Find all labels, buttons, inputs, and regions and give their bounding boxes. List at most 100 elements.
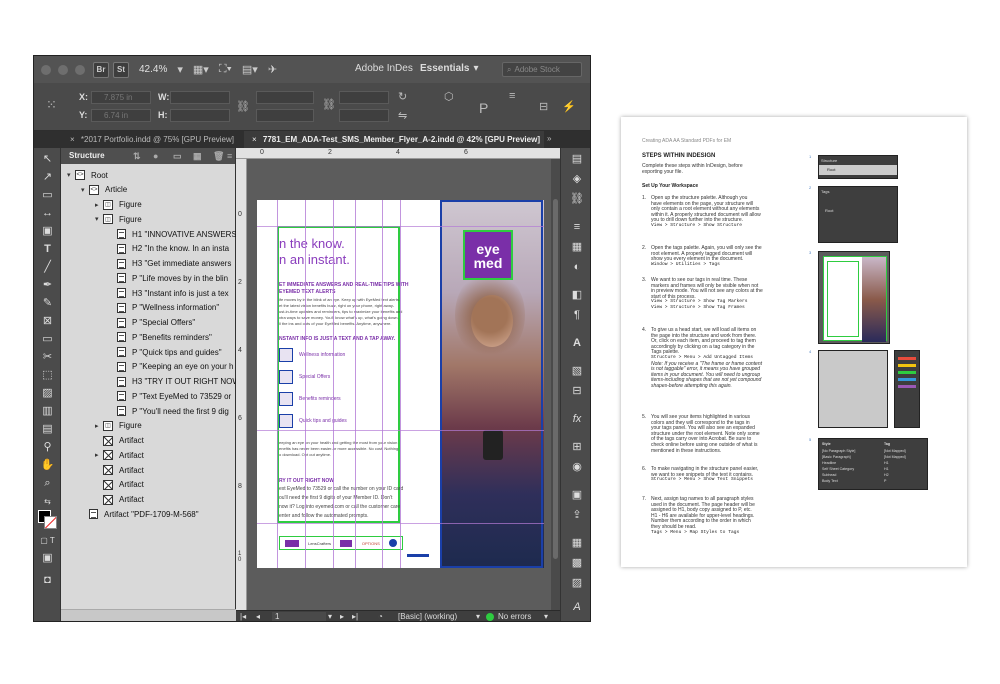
stroke-panel-icon[interactable]: ≡ (569, 220, 585, 234)
validate-icon[interactable]: ▭ (173, 148, 182, 164)
adobe-stock-search-input[interactable]: ⌕ Adobe Stock (502, 62, 582, 77)
direct-selection-tool-icon[interactable]: ↗ (39, 170, 56, 185)
vertical-scrollbar[interactable] (551, 159, 560, 610)
structure-tree-item[interactable]: P "You'll need the first 9 dig (109, 404, 229, 418)
document-canvas[interactable]: 0 2 4 6 0 2 4 6 8 1 0 eye med n the know… (236, 148, 560, 610)
last-page-icon[interactable]: ▸| (352, 612, 358, 621)
structure-tree-item[interactable]: ▾ <> Root (67, 168, 108, 182)
screen-mode-icon[interactable]: ⛶▾ (219, 63, 232, 76)
rectangle-frame-tool-icon[interactable]: ⊠ (39, 314, 56, 329)
horizontal-scrollbar[interactable] (61, 609, 236, 621)
preflight-profile[interactable]: [Basic] (working) (398, 612, 457, 621)
publish-online-icon[interactable]: ✈ (268, 63, 277, 76)
glyphs-panel-icon[interactable]: ▩ (569, 556, 585, 570)
type-panel-icon[interactable]: A (569, 600, 585, 614)
screen-mode-icon[interactable]: ◘ (39, 573, 56, 588)
structure-tree-item[interactable]: ▸ ◫ Figure (95, 419, 142, 433)
formatting-container-icon[interactable]: ▢ T (39, 533, 56, 548)
text-wrap-icon[interactable]: ▧ (569, 364, 585, 378)
quick-apply-icon[interactable]: ⚡ (562, 100, 576, 113)
chevron-down-icon[interactable]: ▾ (476, 612, 480, 621)
select-container-icon[interactable]: ⬡ (444, 90, 454, 103)
horizontal-ruler[interactable]: 0 2 4 6 (236, 148, 560, 159)
chevron-down-icon[interactable]: ▾ (328, 612, 332, 621)
character-styles-icon[interactable]: A (569, 336, 585, 350)
cc-libraries-icon[interactable]: ◧ (569, 288, 585, 302)
align-icon[interactable]: ⊟ (539, 100, 548, 113)
constrain-proportions-icon[interactable]: ⛓ (236, 100, 250, 113)
normal-view-icon[interactable]: ▣ (39, 551, 56, 566)
structure-tree-item[interactable]: ▾ ◫ Figure (95, 212, 142, 226)
eyedropper-tool-icon[interactable]: ⚲ (39, 440, 56, 455)
links-panel-icon[interactable]: ⛓ (569, 192, 585, 206)
chevron-down-icon[interactable]: ▾ (473, 63, 478, 74)
color-panel-icon[interactable]: ◐ (569, 260, 585, 274)
rectangle-tool-icon[interactable]: ▭ (39, 332, 56, 347)
structure-tree-item[interactable]: ▸ ◫ Figure (95, 198, 142, 212)
structure-tree-item[interactable]: Artifact (95, 478, 144, 492)
structure-tree-item[interactable]: ▾ <> Article (81, 183, 127, 197)
zoom-window-button[interactable] (75, 64, 85, 75)
flyer-page[interactable]: eye med n the know. n an instant. ET IMM… (257, 200, 544, 568)
tab-portfolio[interactable]: × *2017 Portfolio.indd @ 75% [GPU Previe… (62, 131, 242, 148)
gradient-feather-tool-icon[interactable]: ▥ (39, 404, 56, 419)
free-transform-tool-icon[interactable]: ⬚ (39, 368, 56, 383)
disclosure-triangle-icon[interactable]: ▸ (95, 201, 103, 209)
tab-flyer[interactable]: × 7781_EM_ADA-Test_SMS_Member_Flyer_A-2.… (244, 131, 544, 148)
disclosure-triangle-icon[interactable]: ▾ (95, 215, 103, 223)
structure-tree-item[interactable]: Artifact (95, 463, 144, 477)
export-panel-icon[interactable]: ⇪ (569, 508, 585, 522)
link-icon[interactable]: ⛓ (322, 98, 336, 111)
scripts-panel-icon[interactable]: ▨ (569, 576, 585, 590)
structure-tree-item[interactable]: Artifact "PDF-1709-M-568" (81, 507, 199, 521)
chevron-down-icon[interactable]: ▾ (544, 612, 548, 621)
note-tool-icon[interactable]: ▤ (39, 422, 56, 437)
new-attribute-icon[interactable]: ● (153, 148, 158, 164)
structure-tree-item[interactable]: ▸ Artifact (95, 448, 144, 462)
prev-page-icon[interactable]: ◂ (256, 612, 260, 621)
panel-menu-icon[interactable]: ≡ (227, 148, 232, 164)
first-page-icon[interactable]: |◂ (240, 612, 246, 621)
show-attributes-icon[interactable]: ⇅ (133, 148, 141, 164)
stroke-weight-icon[interactable]: ≡ (509, 90, 515, 102)
structure-tree-item[interactable]: P "Wellness information" (109, 301, 219, 315)
structure-tree-item[interactable]: H1 "INNOVATIVE ANSWERS (109, 227, 237, 241)
zoom-tool-icon[interactable]: ⌕ (39, 476, 56, 491)
stroke-swatch[interactable] (44, 516, 57, 529)
type-tool-icon[interactable]: T (39, 242, 56, 257)
align-panel-icon[interactable]: ⊟ (569, 384, 585, 398)
stock-app-button[interactable]: St (113, 61, 129, 78)
minimize-window-button[interactable] (58, 64, 68, 75)
line-tool-icon[interactable]: ╱ (39, 260, 56, 275)
pages-panel-icon[interactable]: ▤ (569, 152, 585, 166)
zoom-level[interactable]: 42.4% (139, 64, 167, 75)
y-position-field[interactable]: 6.74 in (91, 109, 151, 122)
swap-colors-icon[interactable]: ⇆ (39, 494, 56, 509)
reference-point-icon[interactable]: ⁙ (46, 97, 57, 113)
scissors-tool-icon[interactable]: ✂ (39, 350, 56, 365)
shear-field[interactable] (339, 109, 389, 122)
structure-tree-item[interactable]: P "Quick tips and guides" (109, 345, 222, 359)
table-panel-icon[interactable]: ▦ (569, 536, 585, 550)
structure-tree-item[interactable]: H3 "Get immediate answers (109, 257, 231, 271)
structure-tree-item[interactable]: H3 "Instant info is just a tex (109, 286, 229, 300)
structure-tree-item[interactable]: P "Text EyeMed to 73529 or (109, 389, 231, 403)
disclosure-triangle-icon[interactable]: ▸ (95, 422, 103, 430)
more-tabs-icon[interactable]: » (547, 134, 551, 143)
structure-tree-item[interactable]: H3 "TRY IT OUT RIGHT NOW (109, 375, 240, 389)
pencil-tool-icon[interactable]: ✎ (39, 296, 56, 311)
articles-panel-icon[interactable]: ▣ (569, 488, 585, 502)
delete-icon[interactable]: 🗑 (213, 148, 224, 164)
bridge-app-button[interactable]: Br (93, 61, 109, 78)
close-window-button[interactable] (41, 64, 51, 75)
structure-tree-item[interactable]: P "Keeping an eye on your h (109, 360, 233, 374)
gap-tool-icon[interactable]: ↔ (39, 206, 56, 221)
workspace-switcher[interactable]: Essentials (420, 63, 469, 74)
structure-tree-item[interactable]: Artifact (95, 434, 144, 448)
paragraph-icon[interactable]: P (479, 100, 488, 116)
structure-panel-icon[interactable]: ⊞ (569, 440, 585, 454)
swatches-panel-icon[interactable]: ▦ (569, 240, 585, 254)
flip-icon[interactable]: ⇋ (398, 109, 407, 122)
view-options-icon[interactable]: ▦▾ (193, 63, 209, 76)
pen-tool-icon[interactable]: ✒ (39, 278, 56, 293)
